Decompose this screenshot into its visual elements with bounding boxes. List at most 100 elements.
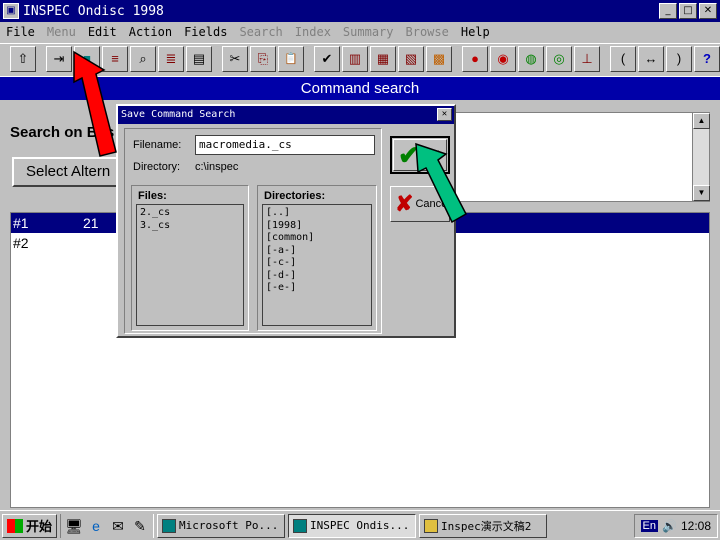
clock: 12:08 — [680, 518, 711, 533]
window-controls: _ □ ✕ — [659, 3, 717, 19]
command-scrollbar[interactable]: ▲ ▼ — [692, 113, 710, 201]
outlook-icon[interactable]: ✉ — [109, 517, 127, 535]
app-icon: ▣ — [3, 3, 19, 19]
copy-icon[interactable]: ⎘ — [250, 45, 276, 72]
minimize-button[interactable]: _ — [659, 3, 677, 19]
directory-item[interactable]: [-c-] — [266, 257, 368, 270]
directory-item[interactable]: [-d-] — [266, 270, 368, 283]
open-paren-icon[interactable]: ( — [610, 45, 636, 72]
or-icon[interactable]: ◉ — [490, 45, 516, 72]
taskbar: 开始 🖥 e ✉ ✎ Microsoft Po... INSPEC Ondis.… — [0, 510, 720, 540]
menu-file[interactable]: File — [0, 25, 41, 39]
directory-item[interactable]: [-a-] — [266, 245, 368, 258]
save-icon[interactable]: ■ — [74, 45, 100, 72]
export-icon[interactable]: ⇧ — [10, 45, 36, 72]
cancel-x-icon: ✘ — [395, 191, 414, 216]
search-on-basic-label: Search on Bas — [10, 124, 115, 141]
menu-search[interactable]: Search — [233, 25, 288, 39]
maximize-button[interactable]: □ — [679, 3, 697, 19]
records-icon[interactable]: ▦ — [370, 45, 396, 72]
channels-icon[interactable]: ✎ — [131, 517, 149, 535]
language-indicator[interactable]: En — [640, 519, 659, 532]
near-icon[interactable]: ◎ — [546, 45, 572, 72]
file-item[interactable]: 2._cs — [140, 207, 240, 220]
directory-item[interactable]: [common] — [266, 232, 368, 245]
toolbar: ⇧ ⇥ ■ ≡ ⌕ ≣ ▤ ✂ ⎘ 📋 ✔ ▥ ▦ ▧ ▩ ● ◉ ◍ ◎ ⊥ … — [0, 43, 720, 73]
dialog-panel: Filename: macromedia._cs Directory: c:\i… — [124, 128, 382, 334]
document-icon[interactable]: ▤ — [186, 45, 212, 72]
start-button[interactable]: 开始 — [2, 513, 58, 538]
command-input[interactable]: ▲ ▼ — [454, 112, 710, 202]
dialog-close-button[interactable]: ✕ — [437, 108, 452, 121]
menu-index[interactable]: Index — [289, 25, 337, 39]
task-inspec-presentation[interactable]: Inspec演示文稿2 — [419, 513, 548, 538]
cancel-button[interactable]: ✘ Cancel — [390, 186, 450, 222]
desktop-icon[interactable]: 🖥 — [65, 517, 83, 535]
ie-icon[interactable]: e — [87, 517, 105, 535]
app-window: ▣ INSPEC Ondisc 1998 _ □ ✕ File Menu Edi… — [0, 0, 720, 540]
file-item[interactable]: 3._cs — [140, 220, 240, 233]
directories-label: Directories: — [264, 190, 326, 202]
scroll-down-icon[interactable]: ▼ — [693, 185, 710, 201]
checkmark-icon: ✔ — [398, 139, 420, 170]
task-inspec[interactable]: INSPEC Ondis... — [288, 513, 417, 538]
volume-icon[interactable]: 🔊 — [662, 519, 677, 533]
record-icon[interactable]: ▥ — [342, 45, 368, 72]
close-button[interactable]: ✕ — [699, 3, 717, 19]
save-search-icon[interactable]: ⇥ — [46, 45, 72, 72]
directory-item[interactable]: [..] — [266, 207, 368, 220]
menu-browse[interactable]: Browse — [400, 25, 455, 39]
magnify-icon[interactable]: ⌕ — [130, 45, 156, 72]
menu-edit[interactable]: Edit — [82, 25, 123, 39]
menu-menu[interactable]: Menu — [41, 25, 82, 39]
abacus-icon[interactable]: ▩ — [426, 45, 452, 72]
title-bar: ▣ INSPEC Ondisc 1998 _ □ ✕ — [0, 0, 720, 22]
directory-item[interactable]: [-e-] — [266, 282, 368, 295]
filename-field[interactable]: macromedia._cs — [195, 135, 375, 155]
menu-help[interactable]: Help — [455, 25, 496, 39]
quick-launch: 🖥 e ✉ ✎ — [60, 513, 155, 538]
directories-group: Directories: [..] [1998] [common] [-a-] … — [257, 185, 377, 331]
task-label: INSPEC Ondis... — [310, 519, 410, 532]
set-id: #1 — [13, 215, 29, 231]
ok-button[interactable]: ✔ OK — [390, 136, 450, 174]
select-alternative-button[interactable]: Select Altern — [12, 157, 122, 187]
task-powerpoint[interactable]: Microsoft Po... — [157, 513, 286, 538]
set-id: #2 — [13, 235, 29, 251]
folder-icon — [424, 518, 439, 533]
menu-action[interactable]: Action — [123, 25, 178, 39]
full-record-icon[interactable]: ▧ — [398, 45, 424, 72]
filename-label: Filename: — [133, 139, 182, 151]
directory-value: c:\inspec — [195, 161, 239, 173]
directories-list[interactable]: [..] [1998] [common] [-a-] [-c-] [-d-] [… — [262, 204, 372, 326]
help-icon[interactable]: ? — [694, 45, 720, 72]
paste-icon[interactable]: 📋 — [278, 45, 304, 72]
task-label: Microsoft Po... — [179, 519, 279, 532]
directory-item[interactable]: [1998] — [266, 220, 368, 233]
menu-bar: File Menu Edit Action Fields Search Inde… — [0, 22, 720, 42]
windows-flag-icon — [7, 518, 23, 533]
files-list[interactable]: 2._cs 3._cs — [136, 204, 244, 326]
files-group: Files: 2._cs 3._cs — [131, 185, 249, 331]
scroll-up-icon[interactable]: ▲ — [693, 113, 710, 129]
powerpoint-icon — [162, 518, 177, 533]
and-icon[interactable]: ● — [462, 45, 488, 72]
list-icon[interactable]: ≣ — [158, 45, 184, 72]
menu-summary[interactable]: Summary — [337, 25, 400, 39]
range-icon[interactable]: ↔ — [638, 45, 664, 72]
window-title: INSPEC Ondisc 1998 — [23, 3, 164, 19]
tree-icon[interactable]: ⊥ — [574, 45, 600, 72]
dialog-title-text: Save Command Search — [121, 109, 236, 120]
start-label: 开始 — [26, 519, 53, 534]
mark-icon[interactable]: ✔ — [314, 45, 340, 72]
close-paren-icon[interactable]: ) — [666, 45, 692, 72]
menu-fields[interactable]: Fields — [178, 25, 233, 39]
print-list-icon[interactable]: ≡ — [102, 45, 128, 72]
files-label: Files: — [138, 190, 167, 202]
not-icon[interactable]: ◍ — [518, 45, 544, 72]
set-count: 21 — [83, 215, 99, 231]
cancel-label: Cancel — [415, 198, 450, 210]
cut-icon[interactable]: ✂ — [222, 45, 248, 72]
task-label: Inspec演示文稿2 — [441, 519, 532, 533]
save-command-search-dialog: Save Command Search ✕ Filename: macromed… — [116, 104, 456, 338]
